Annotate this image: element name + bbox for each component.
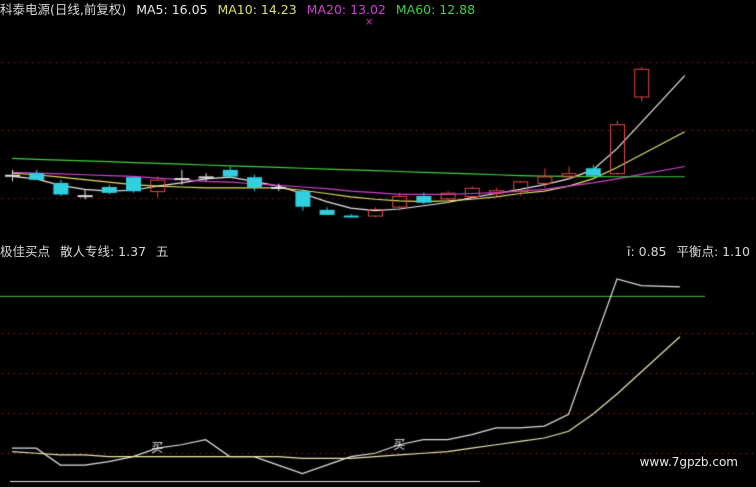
ma5-label: MA5: 16.05 <box>136 2 208 17</box>
chart-title: 科泰电源(日线,前复权) <box>0 2 127 17</box>
main-chart-header: 科泰电源(日线,前复权) MA5: 16.05 MA10: 14.23 MA20… <box>0 0 481 20</box>
balance-point-label: 平衡点: 1.10 <box>676 244 750 259</box>
ma60-label: MA60: 12.88 <box>395 2 476 17</box>
indicator-title: 极佳买点 <box>0 244 51 259</box>
indicator-value-label: 散人专线: 1.37 <box>60 244 147 259</box>
indicator-extra-label: 五 <box>156 244 169 259</box>
watermark: www.7gpzb.com <box>639 455 738 469</box>
indicator-header-right: ī: 0.85 平衡点: 1.10 <box>621 242 750 262</box>
indicator-right-value: ī: 0.85 <box>626 244 667 259</box>
ma20-label: MA20: 13.02 <box>306 2 386 17</box>
indicator-header: 极佳买点 散人专线: 1.37 五 <box>0 242 175 262</box>
ma10-label: MA10: 14.23 <box>217 2 297 17</box>
